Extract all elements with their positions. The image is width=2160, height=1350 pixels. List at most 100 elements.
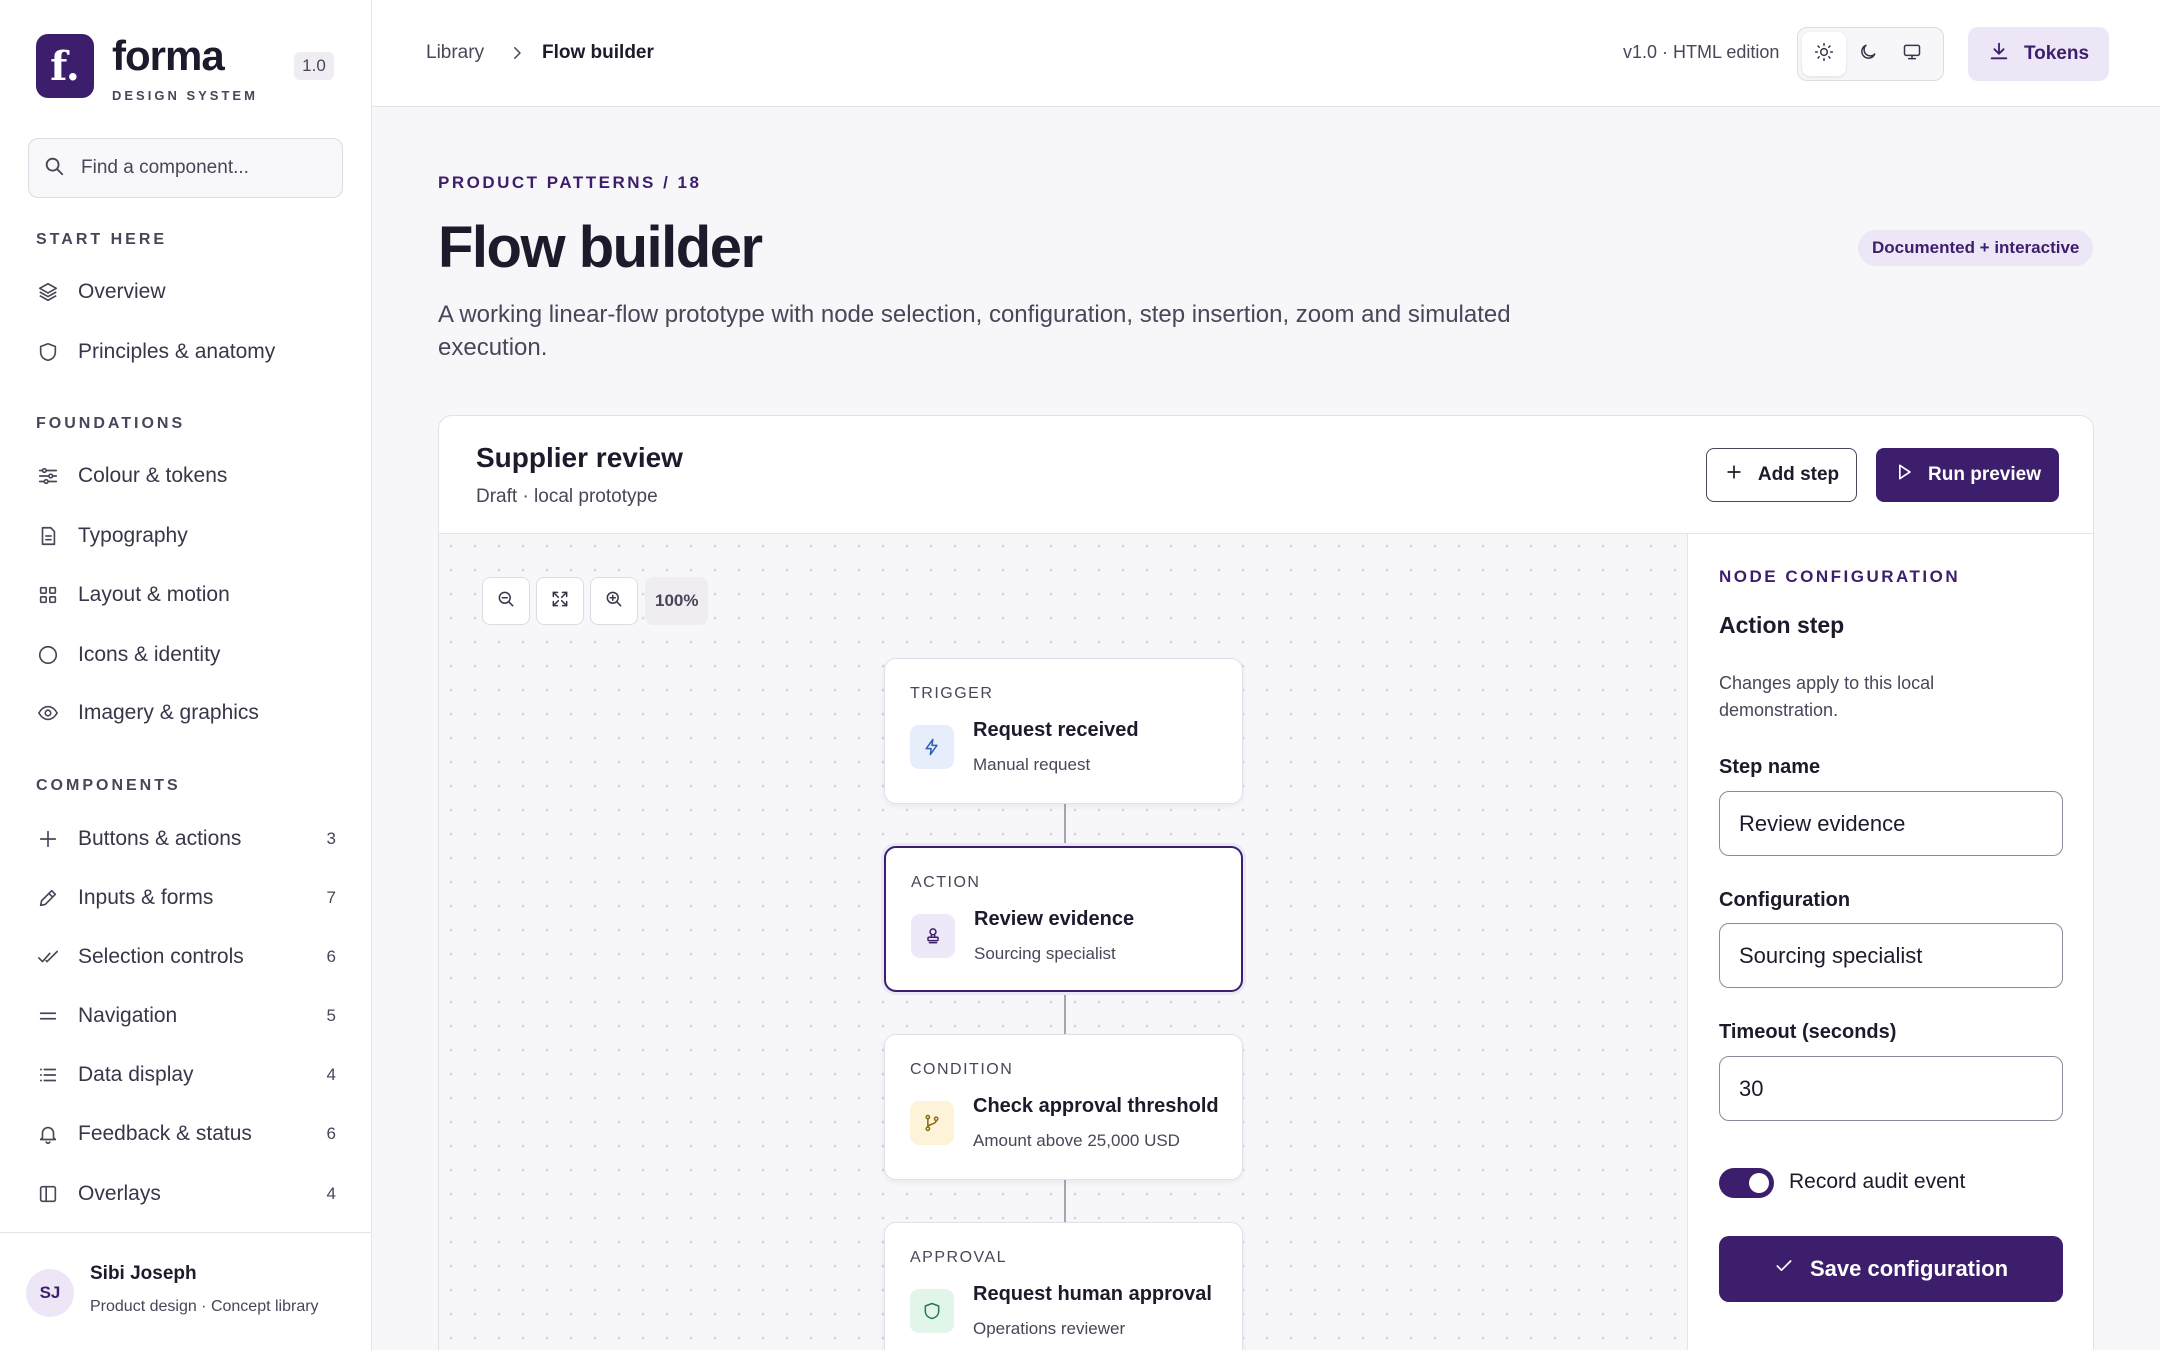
section-title-components: COMPONENTS <box>36 777 181 794</box>
flow-builder-card: Supplier review Draft · local prototype … <box>438 415 2094 1350</box>
check-icon <box>1774 1256 1810 1282</box>
theme-switcher <box>1797 27 1944 81</box>
sidebar-item-icons-identity[interactable]: Icons & identity <box>36 635 336 675</box>
node-subtitle: Amount above 25,000 USD <box>973 1131 1180 1150</box>
sidebar-item-navigation[interactable]: Navigation 5 <box>36 996 336 1036</box>
sidebar-item-inputs-forms[interactable]: Inputs & forms 7 <box>36 878 336 918</box>
item-count: 6 <box>326 1124 336 1143</box>
flow-node-approval[interactable]: APPROVAL Request human approval Operatio… <box>884 1222 1243 1350</box>
page-lead: A working linear-flow prototype with nod… <box>438 301 1511 361</box>
step-name-label: Step name <box>1719 756 1821 778</box>
status-badge: Documented + interactive <box>1858 230 2094 266</box>
item-count: 3 <box>326 829 336 848</box>
double-check-icon <box>36 945 60 969</box>
stamp-icon <box>911 914 955 958</box>
configuration-label: Configuration <box>1719 889 1851 911</box>
timeout-label: Timeout (seconds) <box>1719 1021 1897 1043</box>
node-subtitle: Operations reviewer <box>973 1319 1126 1338</box>
brand[interactable]: f. forma DESIGN SYSTEM <box>36 34 258 103</box>
flow-canvas[interactable]: 100% TRIGGER Request received Manual req… <box>439 534 1688 1350</box>
item-count: 7 <box>326 888 336 907</box>
sidebar-item-overview[interactable]: Overview <box>36 272 336 312</box>
breadcrumb-library[interactable]: Library <box>426 42 484 64</box>
avatar: SJ <box>26 1269 74 1317</box>
sidebar-item-data-display[interactable]: Data display 4 <box>36 1055 336 1095</box>
node-configuration-panel: NODE CONFIGURATION Action step Changes a… <box>1689 534 2093 1350</box>
step-name-input[interactable] <box>1719 791 2063 856</box>
panel-title: Action step <box>1719 612 1845 638</box>
fit-view-button[interactable] <box>536 577 584 625</box>
audit-toggle[interactable] <box>1719 1168 1774 1198</box>
eye-icon <box>36 701 60 725</box>
node-title: Request received <box>973 719 1139 741</box>
node-kind: TRIGGER <box>910 685 994 702</box>
page-title: Flow builder <box>438 215 763 280</box>
sidebar-item-imagery-graphics[interactable]: Imagery & graphics <box>36 693 336 733</box>
search-input[interactable] <box>81 157 331 179</box>
zoom-in-icon <box>604 589 624 614</box>
edition-label: v1.0 · HTML edition <box>1623 42 1780 62</box>
branch-icon <box>910 1101 954 1145</box>
sidebar-item-buttons-actions[interactable]: Buttons & actions 3 <box>36 819 336 859</box>
bell-icon <box>36 1122 60 1146</box>
brand-subtitle: DESIGN SYSTEM <box>112 88 258 103</box>
sun-icon <box>1814 42 1834 67</box>
node-title: Review evidence <box>974 908 1135 930</box>
node-subtitle: Sourcing specialist <box>974 944 1116 963</box>
zoom-out-button[interactable] <box>482 577 530 625</box>
node-kind: ACTION <box>911 874 981 891</box>
save-configuration-button[interactable]: Save configuration <box>1719 1236 2063 1302</box>
brand-name: forma <box>112 32 225 79</box>
flow-header: Supplier review Draft · local prototype … <box>439 416 2093 534</box>
flow-title: Supplier review <box>476 442 683 473</box>
panel-eyebrow: NODE CONFIGURATION <box>1719 567 1961 586</box>
item-count: 4 <box>326 1184 336 1203</box>
flow-node-action[interactable]: ACTION Review evidence Sourcing speciali… <box>884 846 1243 992</box>
page-eyebrow: PRODUCT PATTERNS / 18 <box>438 173 702 192</box>
flow-subtitle: Draft · local prototype <box>476 486 658 507</box>
theme-dark-button[interactable] <box>1846 32 1890 76</box>
document-icon <box>36 524 60 548</box>
sidebar-item-typography[interactable]: Typography <box>36 516 336 556</box>
download-icon <box>1988 40 2024 68</box>
theme-system-button[interactable] <box>1890 32 1934 76</box>
configuration-input[interactable] <box>1719 923 2063 988</box>
plus-icon <box>36 827 60 851</box>
moon-icon <box>1858 42 1878 67</box>
sidebar-item-feedback-status[interactable]: Feedback & status 6 <box>36 1114 336 1154</box>
bolt-icon <box>910 725 954 769</box>
node-connector <box>1064 992 1066 1034</box>
node-kind: CONDITION <box>910 1061 1014 1078</box>
sidebar-item-selection-controls[interactable]: Selection controls 6 <box>36 937 336 977</box>
add-step-button[interactable]: Add step <box>1706 448 1857 502</box>
node-connector <box>1064 804 1066 846</box>
sidebar-item-overlays[interactable]: Overlays 4 <box>36 1174 336 1214</box>
sidebar-item-layout-motion[interactable]: Layout & motion <box>36 575 336 615</box>
zoom-in-button[interactable] <box>590 577 638 625</box>
expand-icon <box>550 589 570 614</box>
sidebar-item-colour-tokens[interactable]: Colour & tokens <box>36 456 336 496</box>
logo-mark: f. <box>36 34 94 98</box>
sidebar-item-principles[interactable]: Principles & anatomy <box>36 332 336 372</box>
component-search[interactable] <box>28 138 343 198</box>
circle-icon <box>36 643 60 667</box>
grid-icon <box>36 583 60 607</box>
node-title: Request human approval <box>973 1283 1212 1305</box>
menu-icon <box>36 1004 60 1028</box>
theme-light-button[interactable] <box>1802 32 1846 76</box>
list-icon <box>36 1063 60 1087</box>
tokens-button[interactable]: Tokens <box>1968 27 2109 81</box>
flow-node-condition[interactable]: CONDITION Check approval threshold Amoun… <box>884 1034 1243 1180</box>
node-title: Check approval threshold <box>973 1095 1219 1117</box>
user-profile[interactable]: SJ Sibi Joseph Product design · Concept … <box>0 1232 371 1350</box>
shield-icon <box>36 340 60 364</box>
panel-icon <box>36 1182 60 1206</box>
timeout-input[interactable] <box>1719 1056 2063 1121</box>
flow-node-trigger[interactable]: TRIGGER Request received Manual request <box>884 658 1243 804</box>
zoom-out-icon <box>496 589 516 614</box>
panel-description: Changes apply to this local demonstratio… <box>1719 673 1935 720</box>
run-preview-button[interactable]: Run preview <box>1876 448 2059 502</box>
search-icon <box>43 155 65 182</box>
topbar: Library Flow builder v1.0 · HTML edition… <box>372 0 2160 107</box>
section-title-foundations: FOUNDATIONS <box>36 415 186 432</box>
